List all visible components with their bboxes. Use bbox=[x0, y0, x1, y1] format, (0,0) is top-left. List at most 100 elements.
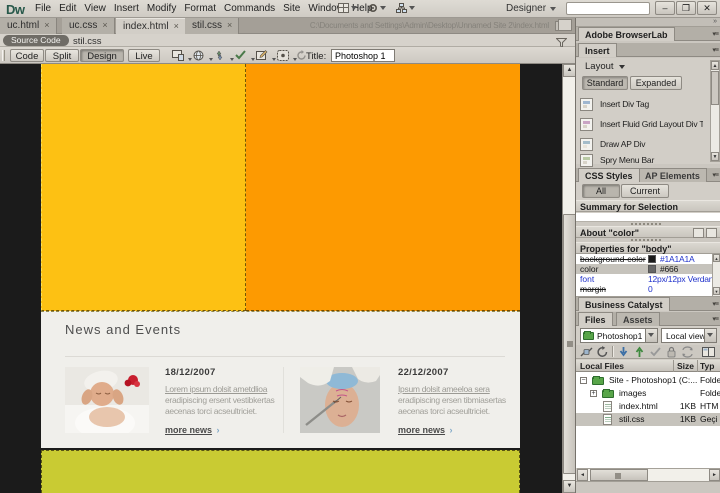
code-view-button[interactable]: Code bbox=[10, 49, 44, 62]
panel-menu-icon[interactable]: ▾≡ bbox=[712, 315, 718, 323]
expanded-mode-button[interactable]: Expanded bbox=[630, 76, 682, 90]
more-news-link[interactable]: more news bbox=[165, 425, 212, 435]
close-tab-icon[interactable]: × bbox=[44, 20, 49, 30]
close-button[interactable]: ✕ bbox=[697, 1, 717, 15]
property-row-color[interactable]: color #666 bbox=[576, 264, 712, 274]
document-window-icon[interactable] bbox=[555, 21, 567, 31]
color-swatch[interactable] bbox=[648, 255, 656, 263]
collapse-node-icon[interactable]: − bbox=[580, 377, 587, 384]
browser-compatibility-icon[interactable] bbox=[256, 50, 271, 62]
site-management-icon[interactable] bbox=[396, 3, 415, 13]
connect-to-remote-icon[interactable] bbox=[580, 346, 593, 358]
canvas-vertical-scrollbar[interactable]: ▲ ▼ bbox=[562, 64, 575, 493]
show-cascade-icon[interactable] bbox=[706, 228, 717, 238]
show-information-icon[interactable] bbox=[693, 228, 704, 238]
synchronize-icon[interactable] bbox=[681, 346, 694, 358]
css-current-button[interactable]: Current bbox=[621, 184, 669, 198]
scroll-up-icon[interactable]: ▲ bbox=[563, 64, 575, 77]
insert-fluid-grid-item[interactable]: Insert Fluid Grid Layout Div Tag bbox=[580, 114, 708, 134]
scrollbar-thumb[interactable] bbox=[590, 469, 648, 481]
scroll-down-icon[interactable]: ▼ bbox=[563, 480, 575, 493]
design-view-canvas[interactable]: News and Events 18/12/2007 Lorem ipsum d… bbox=[0, 64, 575, 493]
summary-list[interactable] bbox=[576, 213, 720, 222]
expand-panel-icon[interactable] bbox=[702, 346, 715, 358]
search-input[interactable] bbox=[566, 2, 650, 15]
panel-menu-icon[interactable]: ▾≡ bbox=[712, 30, 718, 38]
menu-insert[interactable]: Insert bbox=[114, 3, 139, 14]
tab-files[interactable]: Files bbox=[578, 312, 613, 326]
restore-button[interactable]: ❐ bbox=[676, 1, 696, 15]
close-tab-icon[interactable]: × bbox=[227, 20, 232, 30]
put-files-icon[interactable] bbox=[633, 346, 646, 358]
property-row-background-color[interactable]: background-color #1A1A1A bbox=[576, 254, 712, 264]
source-code-button[interactable]: Source Code bbox=[3, 35, 69, 46]
news-and-events-section[interactable]: News and Events 18/12/2007 Lorem ipsum d… bbox=[41, 311, 520, 448]
menu-edit[interactable]: Edit bbox=[59, 3, 76, 14]
menu-site[interactable]: Site bbox=[283, 3, 300, 14]
title-input[interactable] bbox=[331, 49, 395, 62]
panel-menu-icon[interactable]: ▾≡ bbox=[712, 300, 718, 308]
news-link[interactable]: Ipsum dolsit ameeloa sera bbox=[398, 384, 518, 395]
file-row-stil-css-selected[interactable]: stil.css 1KB Geçi bbox=[576, 413, 720, 426]
file-row-images[interactable]: + images Folde bbox=[576, 387, 720, 400]
design-view-button[interactable]: Design bbox=[80, 49, 124, 62]
refresh-icon[interactable] bbox=[596, 346, 609, 358]
preview-in-browser-icon[interactable] bbox=[193, 50, 208, 62]
olive-div-block-selected[interactable] bbox=[41, 450, 520, 493]
column-size[interactable]: Size bbox=[677, 361, 694, 371]
css-all-button[interactable]: All bbox=[582, 184, 620, 198]
tab-uc-css[interactable]: uc.css× bbox=[62, 18, 115, 34]
more-news-link[interactable]: more news bbox=[398, 425, 445, 435]
panel-menu-icon[interactable]: ▾≡ bbox=[712, 171, 718, 179]
toolbar-grip[interactable] bbox=[2, 50, 5, 61]
w3c-validation-icon[interactable] bbox=[235, 50, 250, 62]
file-management-icon[interactable] bbox=[214, 50, 229, 62]
multiscreen-preview-icon[interactable] bbox=[172, 50, 187, 62]
menu-view[interactable]: View bbox=[84, 3, 106, 14]
live-view-button[interactable]: Live bbox=[128, 49, 160, 62]
yellow-div-block[interactable] bbox=[41, 64, 246, 311]
news-link[interactable]: Lorem ipsum dolsit ametdlioa bbox=[165, 384, 285, 395]
collapse-panels-icon[interactable]: » bbox=[576, 18, 720, 27]
property-row-font[interactable]: font 12px/12px Verdana, ... bbox=[576, 274, 712, 284]
check-out-files-icon[interactable] bbox=[649, 346, 662, 358]
check-in-files-icon[interactable] bbox=[665, 346, 678, 358]
related-file-stil-css[interactable]: stil.css bbox=[73, 36, 102, 47]
layout-switcher-icon[interactable] bbox=[338, 3, 357, 13]
minimize-button[interactable]: – bbox=[655, 1, 675, 15]
visual-aids-icon[interactable] bbox=[277, 50, 292, 62]
tab-index-html[interactable]: index.html× bbox=[116, 18, 186, 34]
botox-injection-photo[interactable] bbox=[300, 367, 380, 433]
tab-assets[interactable]: Assets bbox=[616, 312, 660, 326]
menu-format[interactable]: Format bbox=[184, 3, 216, 14]
tab-stil-css[interactable]: stil.css× bbox=[185, 18, 239, 34]
files-horizontal-scrollbar[interactable]: ◄ ► bbox=[577, 468, 720, 481]
insert-category-dropdown[interactable]: Layout bbox=[585, 61, 625, 72]
tab-ap-elements[interactable]: AP Elements bbox=[638, 168, 707, 182]
tab-business-catalyst[interactable]: Business Catalyst bbox=[578, 297, 670, 311]
close-tab-icon[interactable]: × bbox=[174, 21, 179, 31]
dropdown-button[interactable] bbox=[704, 329, 716, 342]
spa-massage-photo[interactable] bbox=[65, 367, 149, 433]
expand-node-icon[interactable]: + bbox=[590, 390, 597, 397]
column-local-files[interactable]: Local Files bbox=[580, 361, 624, 371]
tab-uc-html[interactable]: uc.html× bbox=[0, 18, 57, 34]
insert-div-tag-item[interactable]: Insert Div Tag bbox=[580, 94, 708, 114]
menu-modify[interactable]: Modify bbox=[147, 3, 176, 14]
extend-dreamweaver-icon[interactable] bbox=[368, 3, 386, 13]
file-row-index-html[interactable]: index.html 1KB HTM bbox=[576, 400, 720, 413]
property-row-margin[interactable]: margin 0 bbox=[576, 284, 712, 294]
file-row-site-root[interactable]: − Site - Photoshop1 (C:... Folde bbox=[576, 374, 720, 387]
menu-commands[interactable]: Commands bbox=[224, 3, 275, 14]
view-dropdown[interactable]: Local view bbox=[661, 328, 717, 343]
insert-panel-scrollbar[interactable]: ▲ ▼ bbox=[710, 60, 720, 162]
orange-div-block[interactable] bbox=[246, 64, 520, 311]
property-grid-scrollbar[interactable]: ▲ ▼ bbox=[712, 254, 720, 296]
site-dropdown[interactable]: Photoshop1 bbox=[580, 328, 658, 343]
tab-insert[interactable]: Insert bbox=[578, 43, 617, 57]
get-files-icon[interactable] bbox=[617, 346, 630, 358]
menu-file[interactable]: File bbox=[35, 3, 51, 14]
standard-mode-button[interactable]: Standard bbox=[582, 76, 628, 90]
tab-adobe-browserlab[interactable]: Adobe BrowserLab bbox=[578, 27, 675, 41]
tab-css-styles[interactable]: CSS Styles bbox=[578, 168, 640, 182]
